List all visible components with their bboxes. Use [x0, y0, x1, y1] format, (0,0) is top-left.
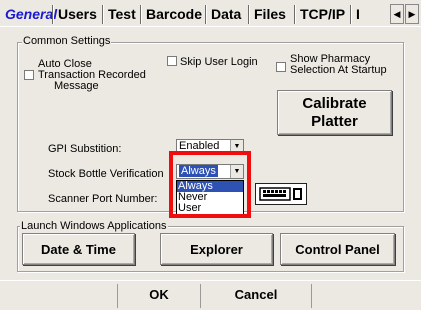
gpi-label: GPI Substition: — [48, 143, 122, 155]
explorer-button[interactable]: Explorer — [160, 233, 273, 265]
tab-divider — [294, 5, 296, 24]
calibrate-platter-button[interactable]: Calibrate Platter — [277, 90, 392, 135]
launch-apps-legend: Launch Windows Applications — [20, 220, 168, 232]
tab-divider — [102, 5, 104, 24]
common-settings-legend: Common Settings — [22, 35, 112, 47]
tab-bar: General Users Test Barcode Data Files TC… — [0, 0, 421, 28]
highlight-annotation-box — [169, 151, 251, 218]
tab-general[interactable]: General — [2, 3, 57, 25]
tab-test[interactable]: Test — [105, 3, 136, 25]
ok-button[interactable]: OK — [118, 283, 200, 307]
show-pharmacy-label-line2: Selection At Startup — [290, 64, 387, 76]
settings-window: General Users Test Barcode Data Files TC… — [0, 0, 421, 310]
tab-divider — [52, 5, 54, 24]
date-time-button[interactable]: Date & Time — [22, 233, 135, 265]
tab-divider — [248, 5, 250, 24]
tab-data[interactable]: Data — [208, 3, 241, 25]
tab-truncated[interactable]: I — [353, 3, 360, 25]
cancel-button[interactable]: Cancel — [201, 283, 311, 307]
skip-user-login-label: Skip User Login — [180, 56, 258, 68]
tab-barcode[interactable]: Barcode — [143, 3, 202, 25]
show-pharmacy-checkbox[interactable] — [276, 62, 286, 72]
auto-close-checkbox[interactable] — [24, 70, 34, 80]
tab-files[interactable]: Files — [251, 3, 286, 25]
footer-divider — [311, 284, 312, 308]
tab-divider — [205, 5, 207, 24]
scroll-left-icon[interactable]: ◀ — [390, 4, 404, 24]
tab-divider — [140, 5, 142, 24]
skip-user-login-checkbox[interactable] — [167, 56, 177, 66]
calibrate-label-line1: Calibrate — [302, 94, 367, 112]
auto-close-label-line3: Message — [54, 80, 99, 92]
tab-tcpip[interactable]: TCP/IP — [297, 3, 345, 25]
keyboard-icon[interactable] — [255, 183, 307, 205]
calibrate-label-line2: Platter — [311, 112, 358, 130]
tab-underline — [0, 26, 421, 27]
scroll-right-icon[interactable]: ▶ — [405, 4, 419, 24]
scanner-port-label: Scanner Port Number: — [48, 193, 158, 205]
tab-divider — [350, 5, 352, 24]
tab-users[interactable]: Users — [55, 3, 97, 25]
control-panel-button[interactable]: Control Panel — [280, 233, 395, 265]
stock-bottle-label: Stock Bottle Verification — [48, 168, 164, 180]
